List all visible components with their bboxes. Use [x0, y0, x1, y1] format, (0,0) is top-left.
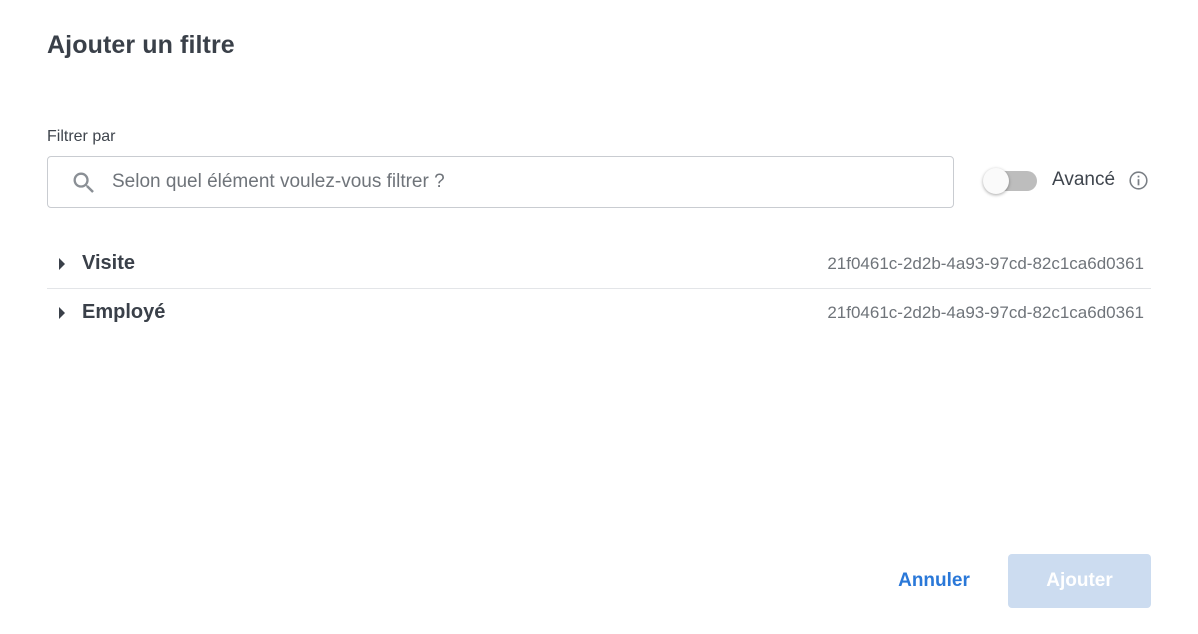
tree-item-id: 21f0461c-2d2b-4a93-97cd-82c1ca6d0361 [827, 254, 1144, 273]
add-filter-dialog: Ajouter un filtre Filtrer par Avancé Vis… [0, 0, 1198, 634]
advanced-label: Avancé [1052, 169, 1116, 190]
caret-right-icon[interactable] [58, 257, 66, 271]
tree-item-employe[interactable]: Employé 21f0461c-2d2b-4a93-97cd-82c1ca6d… [47, 289, 1151, 337]
tree-item-label: Employé [82, 301, 166, 323]
search-field[interactable] [47, 156, 954, 208]
dialog-title: Ajouter un filtre [47, 31, 235, 59]
toggle-thumb [983, 168, 1009, 194]
info-icon[interactable] [1128, 170, 1149, 191]
tree-item-label: Visite [82, 252, 135, 274]
caret-right-icon[interactable] [58, 306, 66, 320]
tree-item-id: 21f0461c-2d2b-4a93-97cd-82c1ca6d0361 [827, 303, 1144, 322]
filter-by-label: Filtrer par [47, 128, 116, 145]
search-icon [73, 172, 94, 193]
add-button[interactable]: Ajouter [1008, 554, 1151, 608]
tree-item-visite[interactable]: Visite 21f0461c-2d2b-4a93-97cd-82c1ca6d0… [47, 240, 1151, 289]
search-input[interactable] [112, 165, 932, 199]
advanced-toggle[interactable] [983, 168, 1037, 194]
cancel-button[interactable]: Annuler [880, 556, 988, 606]
